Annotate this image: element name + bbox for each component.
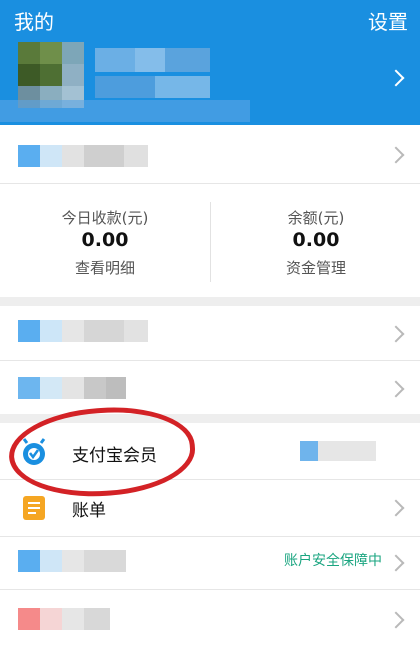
chevron-right-icon — [387, 380, 405, 398]
chevron-right-icon — [387, 611, 405, 629]
list-item-blurred-1[interactable] — [0, 125, 420, 183]
balance[interactable]: 余额(元) 0.00 资金管理 — [211, 195, 420, 295]
list-item-blurred-4[interactable] — [0, 590, 420, 650]
profile-header[interactable]: 我的 设置 — [0, 0, 420, 125]
fund-management-link[interactable]: 资金管理 — [211, 257, 420, 278]
view-details-link[interactable]: 查看明细 — [0, 257, 210, 278]
security-status: 账户安全保障中 — [284, 553, 382, 569]
settings-button[interactable]: 设置 — [368, 6, 408, 35]
chevron-right-icon — [387, 499, 405, 517]
list-item-blurred-3[interactable] — [0, 361, 420, 414]
chevron-right-icon — [387, 554, 405, 572]
balance-label: 余额(元) — [287, 209, 345, 227]
balance-value: 0.00 — [292, 229, 340, 251]
page-title: 我的 — [14, 10, 54, 34]
chevron-right-icon — [387, 146, 405, 164]
chevron-right-icon — [387, 325, 405, 343]
chevron-right-icon — [387, 69, 405, 87]
today-income-label: 今日收款(元) — [61, 209, 149, 227]
today-income[interactable]: 今日收款(元) 0.00 查看明细 — [0, 195, 210, 295]
bill-icon — [23, 496, 45, 520]
bill-label: 账单 — [72, 501, 106, 521]
list-item-blurred-2[interactable] — [0, 306, 420, 360]
today-income-value: 0.00 — [81, 229, 129, 251]
